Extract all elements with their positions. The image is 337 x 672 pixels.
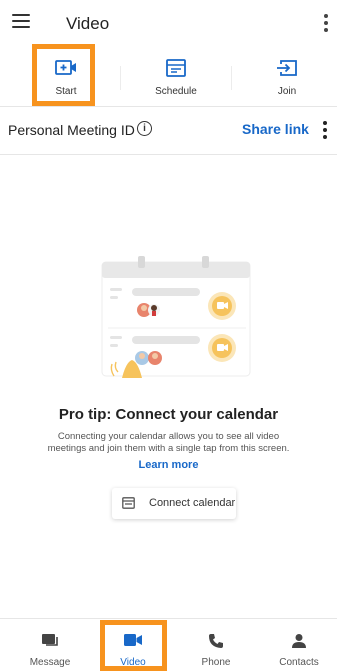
- learn-more-link[interactable]: Learn more: [0, 459, 337, 471]
- contacts-person-icon: [292, 634, 306, 648]
- empty-state-description: Connecting your calendar allows you to s…: [47, 431, 290, 454]
- empty-state-title: Pro tip: Connect your calendar: [58, 406, 279, 423]
- personal-meeting-id-label: Personal Meeting ID: [8, 122, 135, 138]
- schedule-calendar-icon: [166, 59, 186, 77]
- divider: [120, 66, 121, 90]
- start-highlight-box: [32, 44, 95, 106]
- nav-phone-label: Phone: [201, 657, 231, 668]
- phone-icon: [209, 634, 223, 648]
- top-app-bar: Video: [0, 0, 337, 48]
- connect-calendar-button[interactable]: Connect calendar: [112, 488, 236, 519]
- schedule-label: Schedule: [155, 86, 197, 97]
- nav-message-label: Message: [29, 657, 71, 668]
- more-options-icon[interactable]: [322, 121, 328, 141]
- hamburger-menu-icon[interactable]: [12, 14, 32, 30]
- more-options-icon[interactable]: [323, 14, 329, 34]
- share-link-button[interactable]: Share link: [242, 121, 309, 137]
- schedule-meeting-button[interactable]: Schedule: [126, 48, 226, 106]
- bottom-navigation: Message Video Phone Contacts: [0, 618, 337, 672]
- calendar-illustration: [101, 256, 251, 378]
- connect-calendar-label: Connect calendar: [149, 497, 236, 509]
- info-icon[interactable]: i: [137, 121, 152, 136]
- divider: [231, 66, 232, 90]
- nav-contacts-label: Contacts: [279, 657, 319, 668]
- nav-contacts[interactable]: Contacts: [269, 619, 329, 672]
- calendar-icon: [122, 497, 135, 509]
- join-enter-icon: [277, 60, 297, 76]
- video-tab-highlight-box: [100, 620, 167, 671]
- message-icon: [42, 634, 58, 646]
- join-meeting-button[interactable]: Join: [237, 48, 337, 106]
- nav-phone[interactable]: Phone: [186, 619, 246, 672]
- page-title: Video: [66, 14, 110, 33]
- nav-message[interactable]: Message: [20, 619, 80, 672]
- join-label: Join: [277, 86, 297, 97]
- personal-meeting-id-row: Personal Meeting ID i Share link: [0, 106, 337, 155]
